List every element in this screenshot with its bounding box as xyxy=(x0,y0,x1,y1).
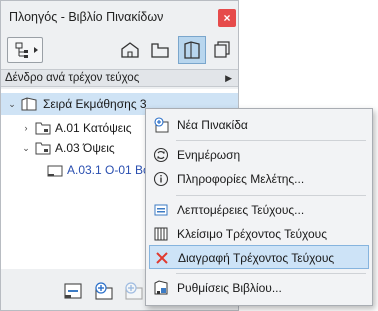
layout-book-button[interactable] xyxy=(178,36,206,64)
tree-item-label: Α.01 Κατόψεις xyxy=(55,121,132,135)
navigator-toolbar xyxy=(1,35,238,67)
menu-item-book-settings[interactable]: Ρυθμίσεις Βιβλίου... xyxy=(149,276,369,300)
menu-item-new-layout[interactable]: Νέα Πινακίδα xyxy=(149,113,369,137)
tree-view-selector[interactable]: Δένδρο ανά τρέχον τεύχος ▶ xyxy=(1,69,238,87)
chevron-down-icon[interactable]: ⌄ xyxy=(7,93,17,115)
tree-view-label: Δένδρο ανά τρέχον τεύχος xyxy=(5,72,140,84)
project-map-button[interactable] xyxy=(116,36,144,64)
details-icon xyxy=(153,202,169,218)
layout-sheet-icon xyxy=(47,165,63,177)
view-map-icon xyxy=(151,43,169,58)
folder-icon xyxy=(35,142,51,155)
menu-item-label: Ρυθμίσεις Βιβλίου... xyxy=(177,281,282,295)
menu-item-project-info[interactable]: Πληροφορίες Μελέτης... xyxy=(149,167,369,191)
menu-item-label: Λεπτομέρειες Τεύχους... xyxy=(177,203,305,217)
context-menu: Νέα Πινακίδα Ενημέρωση Πληροφορίες Μελέτ… xyxy=(145,108,373,306)
project-map-icon xyxy=(121,42,139,58)
info-icon xyxy=(153,171,169,187)
new-master-button[interactable] xyxy=(121,279,145,303)
layout-book-icon xyxy=(184,41,200,59)
menu-item-label: Κλείσιμο Τρέχοντος Τεύχους xyxy=(177,227,328,241)
menu-separator xyxy=(176,195,366,196)
chevron-down-icon[interactable]: ⌄ xyxy=(21,137,31,159)
tree-item-label: Α.03.1 Ο-01 Βόρ xyxy=(67,163,157,177)
menu-item-label: Νέα Πινακίδα xyxy=(177,118,248,132)
menu-item-close-issue[interactable]: Κλείσιμο Τρέχοντος Τεύχους xyxy=(149,222,369,246)
close-issue-icon xyxy=(153,226,169,242)
menu-separator xyxy=(176,140,366,141)
delete-icon xyxy=(154,250,170,266)
book-icon xyxy=(21,97,37,111)
book-settings-icon xyxy=(153,280,169,296)
layout-settings-icon xyxy=(64,283,82,299)
new-master-icon xyxy=(125,282,143,300)
layout-settings-button[interactable] xyxy=(61,279,85,303)
window-title: Πλοηγός - Βιβλίο Πινακίδων xyxy=(9,10,164,24)
update-icon xyxy=(153,147,169,163)
publisher-sets-icon xyxy=(214,41,230,58)
menu-item-delete-issue[interactable]: Διαγραφή Τρέχοντος Τεύχους xyxy=(149,245,369,269)
tree-item-label: Α.03 Όψεις xyxy=(55,141,115,155)
chevron-right-icon[interactable]: › xyxy=(21,117,31,139)
menu-item-update[interactable]: Ενημέρωση xyxy=(149,143,369,167)
publisher-sets-button[interactable] xyxy=(208,36,236,64)
chevron-right-icon: ▶ xyxy=(225,73,232,83)
navigator-popup-button[interactable] xyxy=(7,37,43,63)
new-layout-button[interactable] xyxy=(91,279,115,303)
folder-icon xyxy=(35,122,51,135)
title-bar: Πλοηγός - Βιβλίο Πινακίδων × xyxy=(1,1,238,32)
menu-item-label: Ενημέρωση xyxy=(177,148,241,162)
new-layout-icon xyxy=(95,282,113,300)
menu-item-label: Διαγραφή Τρέχοντος Τεύχους xyxy=(178,251,335,265)
view-map-button[interactable] xyxy=(146,36,174,64)
menu-separator xyxy=(176,273,366,274)
close-button[interactable]: × xyxy=(218,9,236,27)
menu-item-label: Πληροφορίες Μελέτης... xyxy=(177,172,305,186)
tree-item-label: Σειρά Εκμάθησης 3 xyxy=(43,97,147,111)
menu-item-issue-details[interactable]: Λεπτομέρειες Τεύχους... xyxy=(149,198,369,222)
new-layout-icon xyxy=(153,117,169,133)
tree-menu-icon xyxy=(15,42,38,58)
